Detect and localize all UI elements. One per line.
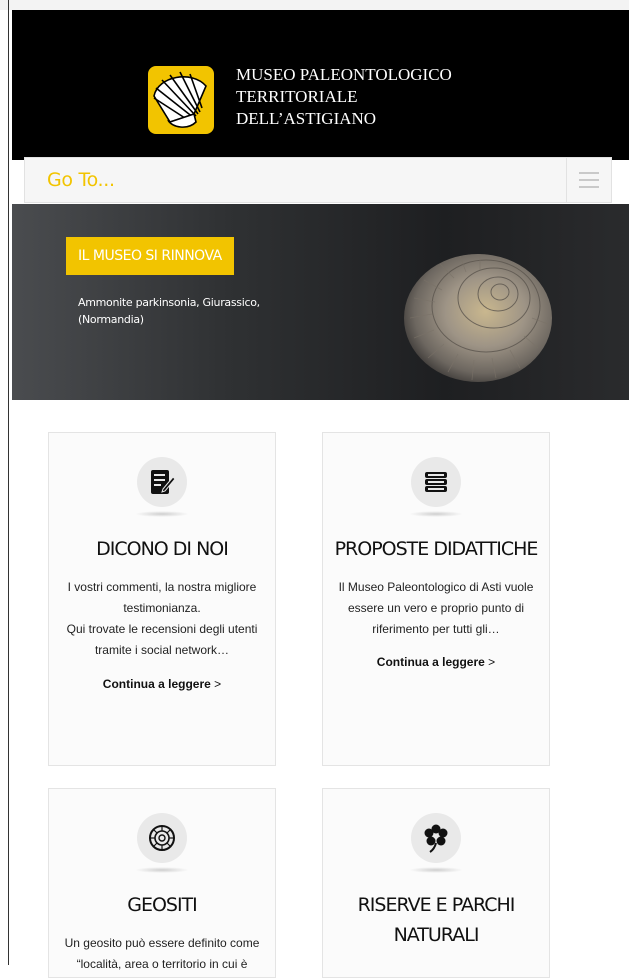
read-more-arrow[interactable]: > bbox=[488, 655, 495, 669]
hamburger-icon[interactable] bbox=[579, 172, 599, 188]
card-proposte-didattiche: PROPOSTE DIDATTICHE Il Museo Paleontolog… bbox=[322, 432, 550, 766]
read-more-link[interactable]: Continua a leggere > bbox=[323, 655, 549, 669]
books-icon bbox=[425, 472, 447, 492]
hero-caption-line-1: Ammonite parkinsonia, Giurassico, bbox=[78, 296, 260, 309]
card-title: RISERVE E PARCHI NATURALI bbox=[323, 890, 549, 950]
card-dicono-di-noi: DICONO DI NOI I vostri commenti, la nost… bbox=[48, 432, 276, 766]
card-excerpt-line: Il Museo Paleontologico di Asti vuole bbox=[338, 580, 534, 594]
card-title: DICONO DI NOI bbox=[96, 538, 229, 560]
card-excerpt-line: riferimento per tutti gli… bbox=[372, 622, 500, 636]
card-excerpt-line: testimonianza. bbox=[123, 601, 201, 615]
card-geositi: GEOSITI Un geosito può essere definito c… bbox=[48, 788, 276, 978]
card-icon-shadow bbox=[135, 867, 189, 873]
site-logo[interactable] bbox=[148, 66, 214, 134]
card-title-line: NATURALI bbox=[393, 924, 480, 946]
card-title: PROPOSTE DIDATTICHE bbox=[334, 538, 539, 560]
card-icon-circle bbox=[137, 813, 187, 863]
ammonite-fossil-image bbox=[404, 254, 552, 382]
top-strip bbox=[0, 0, 629, 10]
site-name-line-1: MUSEO PALEONTOLOGICO bbox=[236, 65, 452, 84]
read-more-label[interactable]: Continua a leggere bbox=[103, 677, 211, 691]
card-icon-circle bbox=[411, 457, 461, 507]
card-excerpt: I vostri commenti, la nostra migliore te… bbox=[59, 577, 265, 661]
site-name-line-3: DELL’ASTIGIANO bbox=[236, 109, 377, 128]
hero-badge[interactable]: IL MUSEO SI RINNOVA bbox=[66, 237, 234, 275]
site-header: MUSEO PALEONTOLOGICO TERRITORIALE DELL’A… bbox=[12, 10, 629, 160]
scallop-shell-icon bbox=[153, 71, 207, 128]
site-name-line-2: TERRITORIALE bbox=[236, 87, 358, 106]
card-excerpt-line: Un geosito può essere definito come bbox=[64, 936, 260, 950]
card-riserve-parchi: RISERVE E PARCHI NATURALI bbox=[322, 788, 550, 978]
card-icon-shadow bbox=[135, 511, 189, 517]
mobile-nav-bar[interactable]: Go To... bbox=[24, 157, 612, 203]
page-edge-rule bbox=[8, 0, 9, 965]
flower-icon bbox=[424, 824, 448, 853]
card-excerpt: Il Museo Paleontologico di Asti vuole es… bbox=[333, 577, 539, 640]
card-icon-circle bbox=[411, 813, 461, 863]
read-more-link[interactable]: Continua a leggere > bbox=[49, 677, 275, 691]
card-excerpt-line: tramite i social network… bbox=[94, 643, 230, 657]
nav-goto-label[interactable]: Go To... bbox=[47, 169, 115, 191]
card-excerpt: Un geosito può essere definito come “loc… bbox=[59, 933, 265, 975]
hero-caption: Ammonite parkinsonia, Giurassico, (Norma… bbox=[78, 294, 278, 328]
card-excerpt-line: Qui trovate le recensioni degli utenti bbox=[66, 622, 258, 636]
hero-slider[interactable]: IL MUSEO SI RINNOVA Ammonite parkinsonia… bbox=[12, 204, 629, 400]
hero-caption-line-2: (Normandia) bbox=[78, 313, 144, 326]
fossil-shell-icon bbox=[149, 825, 175, 851]
document-pen-icon bbox=[151, 470, 176, 494]
card-title: GEOSITI bbox=[127, 894, 198, 916]
nav-divider bbox=[566, 158, 567, 202]
card-excerpt-line: I vostri commenti, la nostra migliore bbox=[67, 580, 257, 594]
read-more-label[interactable]: Continua a leggere bbox=[377, 655, 485, 669]
card-title-line: RISERVE E PARCHI bbox=[357, 894, 516, 916]
site-name: MUSEO PALEONTOLOGICO TERRITORIALE DELL’A… bbox=[236, 64, 452, 130]
card-excerpt-line: essere un vero e proprio punto di bbox=[347, 601, 525, 615]
card-icon-shadow bbox=[409, 867, 463, 873]
read-more-arrow[interactable]: > bbox=[214, 677, 221, 691]
card-icon-shadow bbox=[409, 511, 463, 517]
card-icon-circle bbox=[137, 457, 187, 507]
